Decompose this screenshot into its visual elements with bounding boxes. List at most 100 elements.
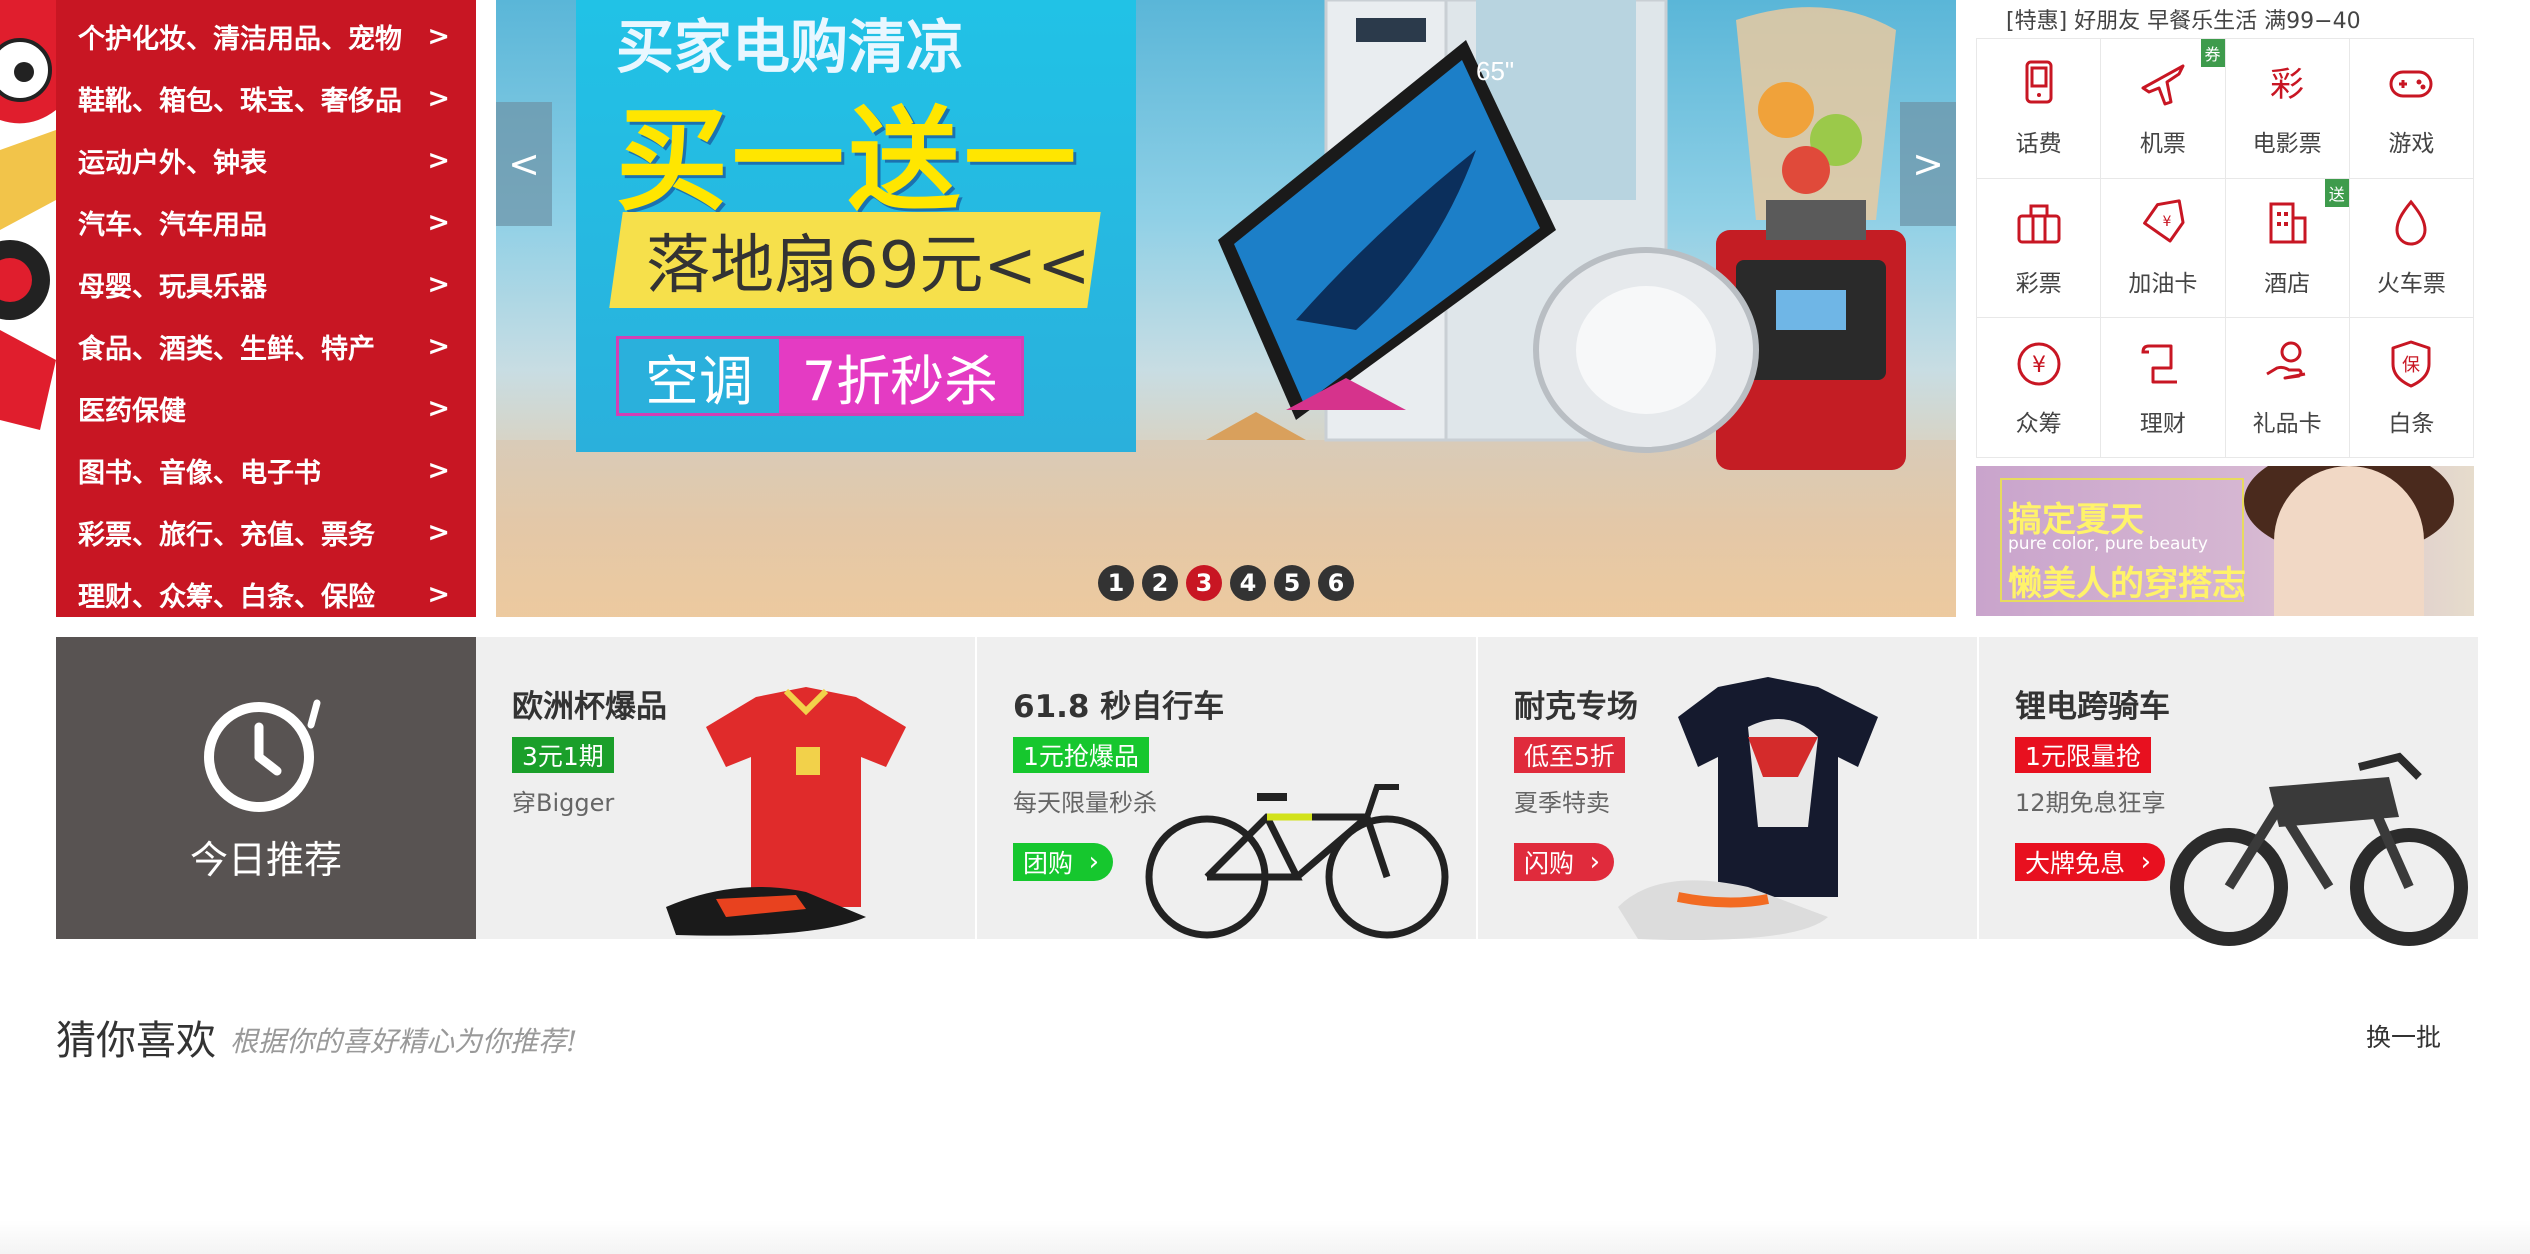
service-crowdfunding[interactable]: ¥ 众筹 (1977, 318, 2102, 458)
phone-icon (2025, 60, 2053, 104)
today-recommend-tile[interactable]: 今日推荐 (56, 637, 476, 939)
category-item[interactable]: 运动户外、钟表 > (56, 129, 476, 191)
service-movie[interactable]: 彩电影票 (2225, 39, 2350, 179)
recommend-action-button[interactable]: 团购 (1013, 843, 1114, 881)
category-label: 食品、酒类、生鲜、特产 (78, 333, 375, 365)
category-item[interactable]: 理财、众筹、白条、保险 > (56, 563, 476, 625)
service-gamepad[interactable]: 游戏 (2349, 39, 2474, 179)
category-label: 鞋靴、箱包、珠宝、奢侈品 (78, 85, 402, 117)
chevron-right-icon: > (427, 454, 450, 486)
category-item[interactable]: 食品、酒类、生鲜、特产 > (56, 315, 476, 377)
carousel-dot[interactable]: 3 (1186, 565, 1222, 601)
chevron-right-icon: > (427, 392, 450, 424)
category-item[interactable]: 彩票、旅行、充值、票务 > (56, 501, 476, 563)
category-item[interactable]: 鞋靴、箱包、珠宝、奢侈品 > (56, 67, 476, 129)
promo-notice[interactable]: [特惠] 好朋友 早餐乐生活 满99−40 (1976, 0, 2474, 38)
service-label: 彩票 (2015, 270, 2062, 297)
service-train-ticket[interactable]: 火车票 (2349, 178, 2474, 319)
category-item[interactable]: 汽车、汽车用品 > (56, 191, 476, 253)
category-label: 图书、音像、电子书 (78, 457, 321, 489)
recommend-subtitle: 夏季特卖 (1514, 789, 1610, 817)
banner-appliances-image: 65" (1206, 0, 1906, 470)
carousel-dot[interactable]: 4 (1230, 565, 1266, 601)
recommend-badge: 1元抢爆品 (1013, 737, 1149, 773)
fuel-card-icon: ¥ (2142, 199, 2185, 243)
side-ad-line3: 懒美人的穿搭志 (2008, 564, 2246, 604)
side-ad-model-face (2274, 466, 2424, 616)
recommend-subtitle: 每天限量秒杀 (1013, 789, 1157, 817)
crowdfunding-icon: ¥ (2017, 342, 2061, 386)
recommend-badge: 低至5折 (1514, 737, 1625, 773)
service-label: 理财 (2139, 410, 2186, 437)
banner-promo-card[interactable]: 买家电购清凉 买一送一 落地扇69元<< 空调 7折秒杀 (576, 0, 1136, 452)
recommend-title: 欧洲杯爆品 (512, 689, 667, 725)
carousel-next-button[interactable]: > (1900, 102, 1956, 226)
service-phone[interactable]: 话费 (1977, 39, 2102, 179)
clock-icon (204, 699, 321, 812)
service-label: 话费 (2015, 131, 2062, 158)
category-label: 运动户外、钟表 (78, 147, 267, 179)
service-label: 礼品卡 (2252, 410, 2322, 437)
banner-ac-label: 空调 (645, 349, 753, 413)
svg-text:¥: ¥ (2162, 214, 2171, 230)
service-hotel[interactable]: 酒店 送 (2225, 178, 2350, 319)
bottom-shadow (0, 1220, 2530, 1254)
recommend-tile[interactable]: 欧洲杯爆品 3元1期 穿Bigger (476, 637, 977, 939)
banner-ac-offer: 空调 7折秒杀 (616, 336, 1024, 416)
service-gift-card[interactable]: 礼品卡 (2225, 318, 2350, 458)
side-ad-banner[interactable]: 搞定夏天 pure color, pure beauty 懒美人的穿搭志 (1976, 466, 2474, 616)
carousel-dot[interactable]: 6 (1318, 565, 1354, 601)
category-label: 理财、众筹、白条、保险 (78, 581, 375, 613)
chevron-right-icon: > (427, 206, 450, 238)
guess-title: 猜你喜欢 (56, 1018, 216, 1064)
service-insurance[interactable]: 保白条 (2349, 318, 2474, 458)
recommend-strip: 欧洲杯爆品 3元1期穿Bigger 61.8 秒自行车 1元抢爆品每天限量秒杀团购 耐克… (476, 637, 2480, 946)
service-label: 众筹 (2015, 410, 2062, 437)
train-ticket-icon (2395, 199, 2427, 246)
bicycle-image (1145, 784, 1449, 939)
gamepad-icon (2389, 70, 2433, 98)
carousel-dot[interactable]: 1 (1098, 565, 1134, 601)
jersey-image (666, 687, 906, 936)
carousel-dot[interactable]: 2 (1142, 565, 1178, 601)
service-tag: 送 (2324, 178, 2349, 207)
chevron-right-icon: > (427, 330, 450, 362)
category-item[interactable]: 图书、音像、电子书 > (56, 439, 476, 501)
category-item[interactable]: 个护化妆、清洁用品、宠物 > (56, 5, 476, 67)
refresh-batch-button[interactable]: 换一批 (2366, 1018, 2441, 1054)
nike-products-image (1618, 677, 1878, 941)
lottery-icon (2017, 204, 2061, 244)
page-root: 个护化妆、清洁用品、宠物 > 鞋靴、箱包、珠宝、奢侈品 > 运动户外、钟表 > 汽车、汽车用… (0, 0, 2530, 1254)
banner-carousel[interactable]: 买家电购清凉 买一送一 落地扇69元<< 空调 7折秒杀 65" < > 1 2… (496, 0, 1956, 617)
service-fuel-card[interactable]: ¥ 加油卡 (2101, 178, 2226, 319)
service-label: 酒店 (2264, 270, 2311, 297)
insurance-icon: 保 (2391, 340, 2431, 388)
recommend-tile[interactable]: 耐克专场低至5折夏季特卖闪购 (1478, 637, 1979, 941)
recommend-action-button[interactable]: 闪购 (1514, 843, 1615, 881)
carousel-prev-button[interactable]: < (496, 102, 552, 226)
recommend-title: 耐克专场 (1514, 689, 1638, 725)
service-label: 机票 (2139, 131, 2186, 158)
svg-text:彩: 彩 (2270, 65, 2304, 105)
category-item[interactable]: 医药保健 > (56, 377, 476, 439)
chevron-right-icon: > (427, 82, 450, 114)
recommend-title: 61.8 秒自行车 (1013, 689, 1225, 725)
recommend-action-button[interactable]: 大牌免息 (2015, 843, 2166, 881)
service-plane[interactable]: 机票 券 (2101, 39, 2226, 179)
category-label: 医药保健 (78, 395, 186, 427)
category-label: 汽车、汽车用品 (78, 209, 267, 241)
recommend-title: 锂电跨骑车 (2015, 689, 2170, 725)
service-finance[interactable]: 理财 (2101, 318, 2226, 458)
category-label: 母婴、玩具乐器 (78, 271, 267, 303)
finance-icon (2141, 344, 2177, 384)
recommend-tile[interactable]: 61.8 秒自行车 1元抢爆品每天限量秒杀团购 (977, 637, 1478, 939)
carousel-dot[interactable]: 5 (1274, 565, 1310, 601)
category-label: 彩票、旅行、充值、票务 (78, 519, 375, 551)
service-label: 白条 (2388, 410, 2435, 437)
service-label: 加油卡 (2128, 270, 2198, 297)
service-label: 电影票 (2252, 131, 2322, 158)
left-decoration (0, 0, 56, 440)
recommend-tile[interactable]: 锂电跨骑车 1元限量抢 12期免息狂享 大牌免息 (1979, 637, 2480, 946)
category-item[interactable]: 母婴、玩具乐器 > (56, 253, 476, 315)
service-lottery[interactable]: 彩票 (1977, 178, 2102, 319)
